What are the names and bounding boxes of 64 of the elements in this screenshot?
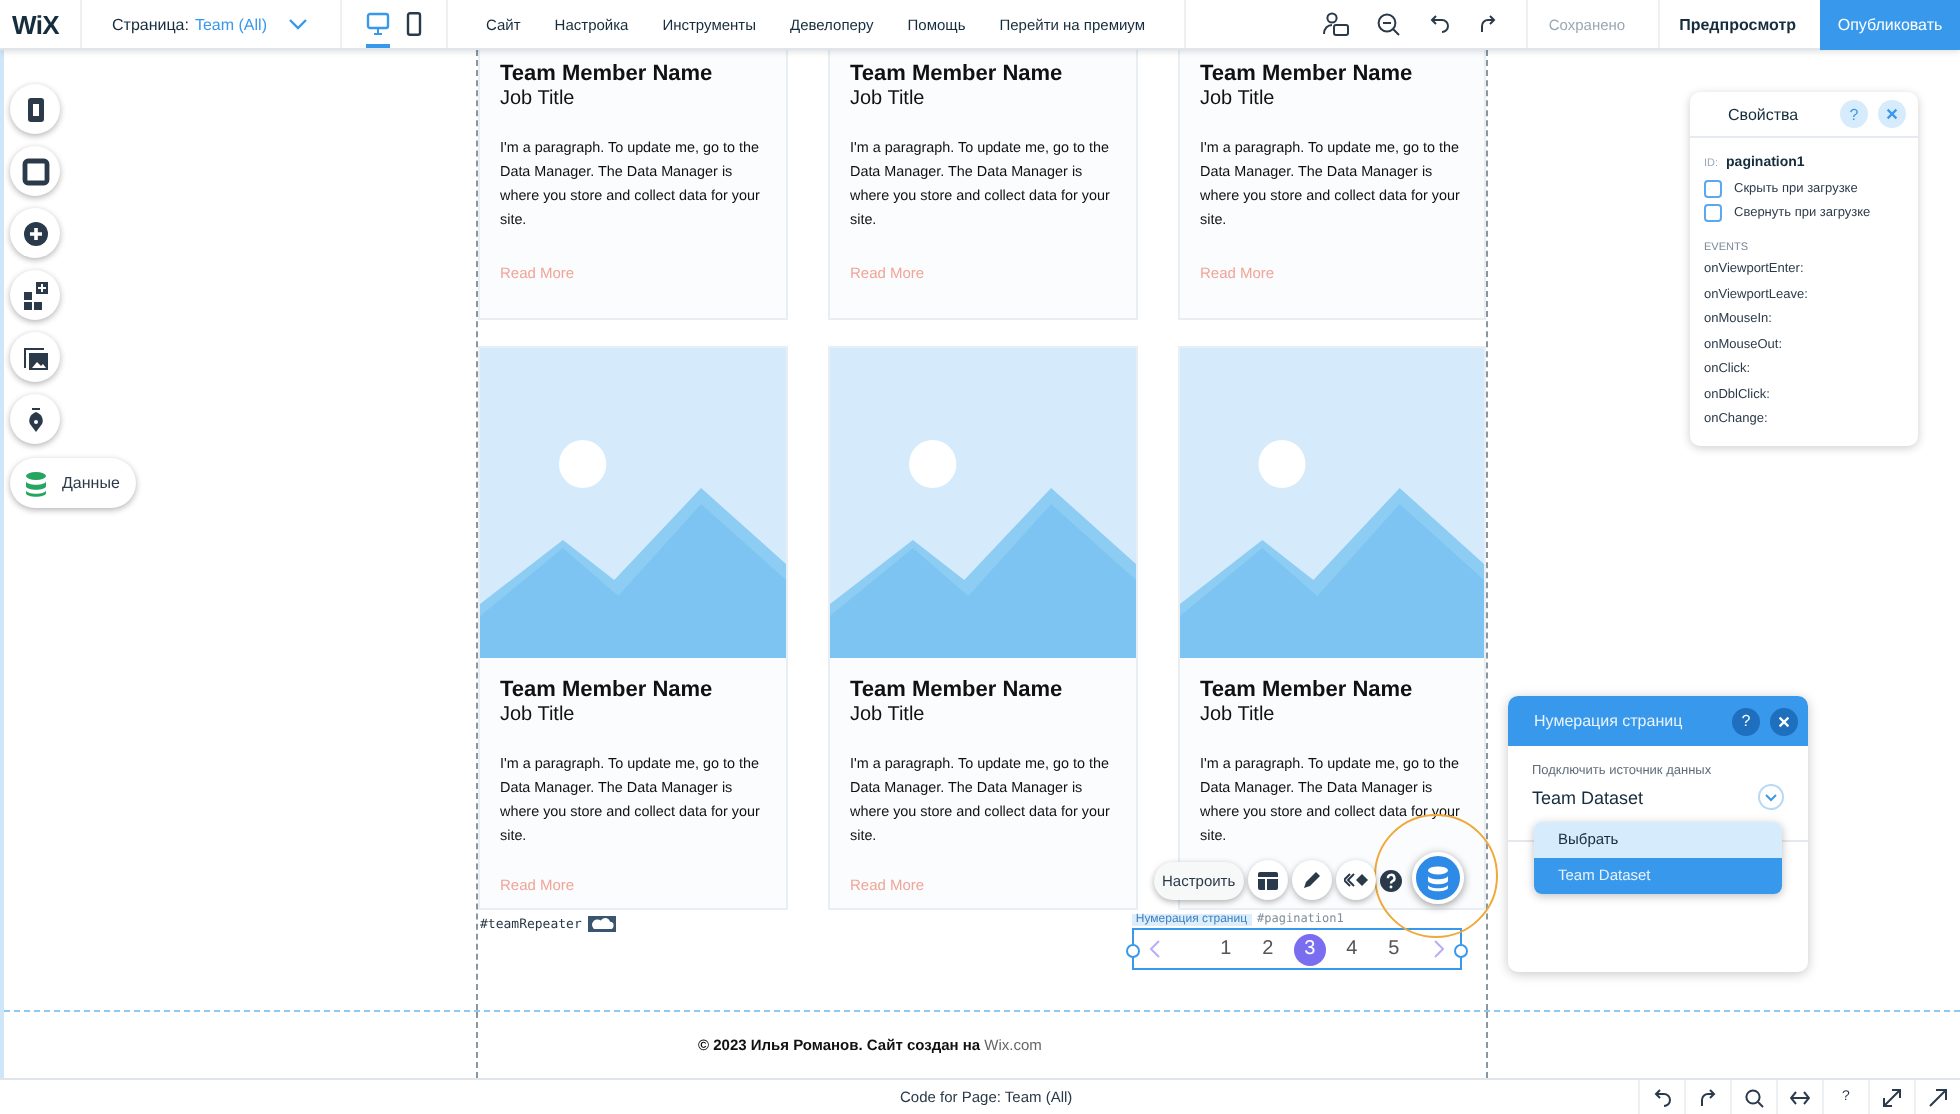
tool-button[interactable] — [10, 270, 60, 320]
job-title: Job Title — [850, 88, 927, 112]
square-icon — [21, 157, 49, 185]
member-name: Team Member Name — [500, 62, 715, 88]
chevron-down-icon — [1758, 784, 1784, 810]
panel-title: Нумерация страниц — [1534, 712, 1683, 730]
member-name: Team Member Name — [850, 62, 1065, 88]
resize-handle[interactable] — [1125, 944, 1140, 958]
checkbox[interactable] — [1704, 179, 1722, 197]
caret-icon[interactable] — [288, 18, 308, 30]
dropdown-field[interactable]: Team Dataset — [1532, 784, 1784, 810]
add-icon — [21, 219, 49, 247]
member-name: Team Member Name — [1200, 62, 1415, 88]
zoom-out-icon[interactable] — [1376, 12, 1401, 36]
help-icon — [1379, 869, 1402, 891]
pen-icon — [1301, 870, 1322, 890]
member-name: Team Member Name — [850, 678, 1065, 704]
tool-button[interactable] — [10, 84, 60, 134]
job-title: Job Title — [1200, 704, 1277, 728]
page-number[interactable]: 3 — [1293, 933, 1326, 965]
desktop-icon[interactable] — [366, 12, 390, 36]
page-number[interactable]: 5 — [1377, 933, 1410, 965]
undo-icon[interactable] — [1652, 1087, 1672, 1107]
pagination-bar[interactable]: 1 2 3 4 5 — [1131, 928, 1462, 970]
help-button[interactable]: ? — [1732, 707, 1760, 735]
layout-icon — [1257, 871, 1278, 889]
job-title: Job Title — [850, 704, 927, 728]
database-icon — [22, 469, 50, 497]
people-icon[interactable] — [1322, 12, 1351, 36]
close-icon[interactable] — [1878, 100, 1906, 128]
arrow-up-right-icon[interactable] — [1928, 1087, 1948, 1107]
tool-button[interactable] — [10, 146, 60, 196]
mobile-icon[interactable] — [402, 12, 426, 36]
job-title: Job Title — [500, 88, 577, 112]
member-name: Team Member Name — [1200, 678, 1415, 704]
tool-button[interactable] — [10, 208, 60, 258]
undo-icon[interactable] — [1426, 12, 1451, 36]
animation-icon — [1343, 872, 1368, 888]
tool-button[interactable] — [10, 394, 60, 444]
tool-button[interactable] — [10, 332, 60, 382]
job-title: Job Title — [500, 704, 577, 728]
wix-logo[interactable]: WiX — [0, 9, 80, 39]
page-number[interactable]: 2 — [1251, 933, 1284, 965]
close-icon[interactable] — [1770, 707, 1798, 735]
code-icon[interactable] — [1790, 1087, 1810, 1107]
data-button[interactable]: Данные — [10, 458, 136, 508]
database-icon — [1428, 865, 1448, 891]
resize-handle[interactable] — [1453, 944, 1468, 958]
expand-icon[interactable] — [1882, 1087, 1902, 1107]
panel-title: Свойства — [1728, 105, 1799, 123]
job-title: Job Title — [1200, 88, 1277, 112]
page-label: Страница: — [112, 15, 189, 33]
checkbox[interactable] — [1704, 203, 1722, 221]
member-name: Team Member Name — [500, 678, 715, 704]
page-number[interactable]: 1 — [1209, 933, 1242, 965]
search-icon[interactable] — [1744, 1087, 1764, 1107]
preview-button[interactable]: Предпросмотр — [1657, 0, 1820, 48]
help-button[interactable] — [1379, 869, 1402, 891]
redo-icon[interactable] — [1698, 1087, 1718, 1107]
redo-icon[interactable] — [1476, 12, 1501, 36]
image-icon — [21, 343, 49, 371]
apps-icon — [21, 281, 49, 309]
cloud-icon — [587, 916, 616, 932]
page-number[interactable]: 4 — [1335, 933, 1368, 965]
